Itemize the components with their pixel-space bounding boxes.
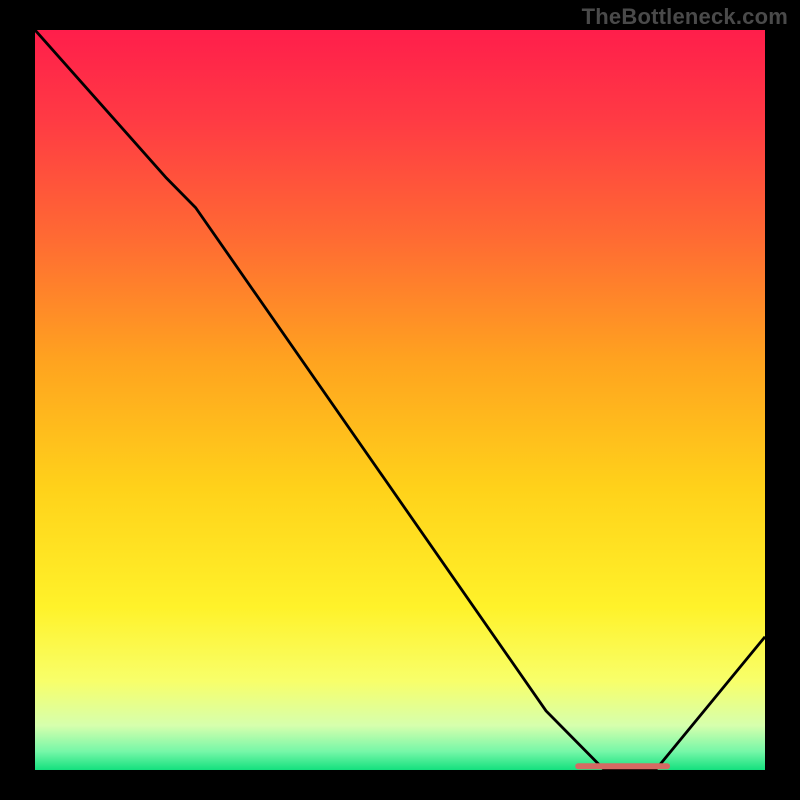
chart-container: TheBottleneck.com: [0, 0, 800, 800]
curve-layer: [35, 30, 765, 770]
bottleneck-curve: [35, 30, 765, 770]
optimal-zone-marker: [575, 763, 670, 769]
watermark-text: TheBottleneck.com: [582, 4, 788, 30]
plot-area: [35, 30, 765, 770]
